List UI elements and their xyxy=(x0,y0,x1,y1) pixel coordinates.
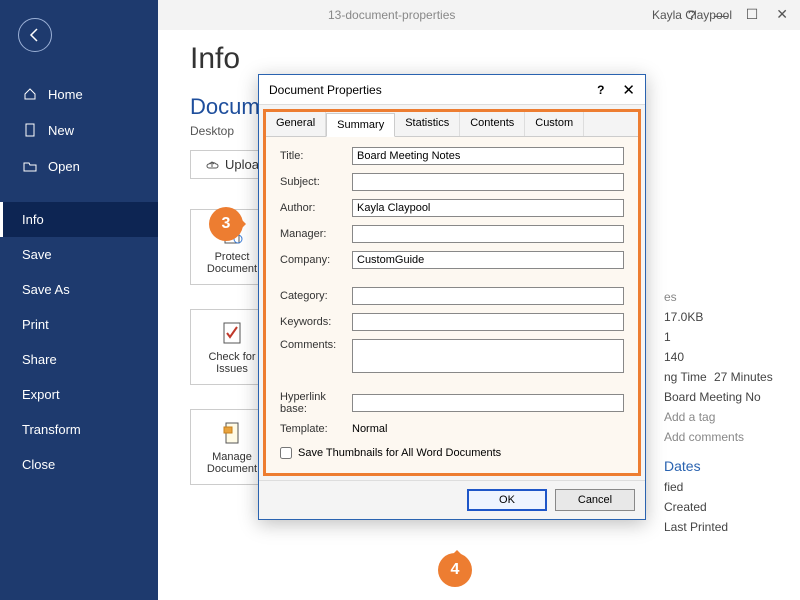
company-field[interactable] xyxy=(352,251,624,269)
keywords-field[interactable] xyxy=(352,313,624,331)
manager-label: Manager: xyxy=(280,228,352,240)
check-label: Check for Issues xyxy=(201,351,263,375)
category-field[interactable] xyxy=(352,287,624,305)
sidebar-item-label: Open xyxy=(48,159,80,174)
sidebar-item-transform[interactable]: Transform xyxy=(0,412,158,447)
sidebar-item-save-as[interactable]: Save As xyxy=(0,272,158,307)
sidebar-item-label: Info xyxy=(22,212,44,227)
prop-modified-frag: fied xyxy=(664,480,683,494)
template-value: Normal xyxy=(352,423,387,435)
sidebar-item-close[interactable]: Close xyxy=(0,447,158,482)
related-dates-header: Dates xyxy=(664,458,784,474)
category-label: Category: xyxy=(280,290,352,302)
tab-contents[interactable]: Contents xyxy=(460,112,525,136)
maximize-icon[interactable]: ☐ xyxy=(746,6,759,23)
sidebar-item-label: Save As xyxy=(22,282,70,297)
dialog-close-icon[interactable]: ✕ xyxy=(622,81,635,99)
tab-summary[interactable]: Summary xyxy=(326,113,395,137)
sidebar-item-save[interactable]: Save xyxy=(0,237,158,272)
sidebar-item-info[interactable]: Info xyxy=(0,202,158,237)
sidebar-item-print[interactable]: Print xyxy=(0,307,158,342)
document-properties-dialog: Document Properties ? ✕ General Summary … xyxy=(258,74,646,520)
prop-size-value: 17.0KB xyxy=(664,310,784,324)
page-title: Info xyxy=(190,42,768,76)
sidebar-item-label: Print xyxy=(22,317,49,332)
prop-pages-value: 1 xyxy=(664,330,784,344)
prop-time-value: 27 Minutes xyxy=(714,370,773,384)
document-title: 13-document-properties xyxy=(328,8,455,22)
company-label: Company: xyxy=(280,254,352,266)
callout-4: 4 xyxy=(438,553,472,587)
sidebar-item-label: New xyxy=(48,123,74,138)
hyperlink-field[interactable] xyxy=(352,394,624,412)
keywords-label: Keywords: xyxy=(280,316,352,328)
dialog-title-text: Document Properties xyxy=(269,83,597,97)
sidebar-item-label: Share xyxy=(22,352,57,367)
properties-panel: es 17.0KB 1 140 ng Time27 Minutes Board … xyxy=(664,290,784,540)
protect-label: Protect Document xyxy=(201,251,263,275)
sidebar-item-label: Transform xyxy=(22,422,81,437)
sidebar-item-new[interactable]: New xyxy=(0,112,158,148)
dialog-titlebar: Document Properties ? ✕ xyxy=(259,75,645,105)
inspect-icon xyxy=(218,319,246,347)
prop-time-label-frag: ng Time xyxy=(664,370,714,384)
sidebar-item-export[interactable]: Export xyxy=(0,377,158,412)
prop-comments-value[interactable]: Add comments xyxy=(664,430,784,444)
title-label: Title: xyxy=(280,150,352,162)
save-thumbnails-label: Save Thumbnails for All Word Documents xyxy=(298,447,501,459)
dialog-body: General Summary Statistics Contents Cust… xyxy=(263,109,641,476)
upload-icon xyxy=(205,158,219,172)
author-label: Author: xyxy=(280,202,352,214)
dialog-tabs: General Summary Statistics Contents Cust… xyxy=(266,112,638,137)
home-icon xyxy=(22,86,38,102)
prop-title-value: Board Meeting No xyxy=(664,390,784,404)
ok-button[interactable]: OK xyxy=(467,489,547,511)
subject-label: Subject: xyxy=(280,176,352,188)
prop-words-value: 140 xyxy=(664,350,784,364)
sidebar-item-label: Close xyxy=(22,457,55,472)
properties-dropdown-frag[interactable]: es xyxy=(664,290,784,304)
template-label: Template: xyxy=(280,423,352,435)
comments-field[interactable] xyxy=(352,339,624,373)
window-controls: ? — ☐ ✕ xyxy=(688,6,788,23)
prop-last-printed-label: Last Printed xyxy=(664,520,728,534)
back-button[interactable] xyxy=(18,18,52,52)
sidebar-item-open[interactable]: Open xyxy=(0,148,158,184)
tab-general[interactable]: General xyxy=(266,112,326,136)
cancel-button[interactable]: Cancel xyxy=(555,489,635,511)
prop-created-label: Created xyxy=(664,500,707,514)
author-field[interactable] xyxy=(352,199,624,217)
prop-tag-value[interactable]: Add a tag xyxy=(664,410,784,424)
manager-field[interactable] xyxy=(352,225,624,243)
sidebar-item-label: Save xyxy=(22,247,52,262)
sidebar-item-home[interactable]: Home xyxy=(0,76,158,112)
dialog-help-icon[interactable]: ? xyxy=(597,83,604,97)
document-icon xyxy=(218,419,246,447)
back-arrow-icon xyxy=(27,27,43,43)
save-thumbnails-checkbox[interactable] xyxy=(280,447,292,459)
hyperlink-label: Hyperlink base: xyxy=(280,391,352,415)
sidebar-item-share[interactable]: Share xyxy=(0,342,158,377)
manage-label: Manage Document xyxy=(201,451,263,475)
summary-form: Title: Subject: Author: Manager: Company… xyxy=(266,137,638,473)
minimize-icon[interactable]: — xyxy=(714,7,728,23)
dialog-buttons: OK Cancel xyxy=(259,480,645,519)
open-icon xyxy=(22,158,38,174)
sidebar-item-label: Home xyxy=(48,87,83,102)
tab-custom[interactable]: Custom xyxy=(525,112,584,136)
close-icon[interactable]: ✕ xyxy=(776,6,788,23)
callout-3: 3 xyxy=(209,207,243,241)
comments-label: Comments: xyxy=(280,339,352,351)
title-field[interactable] xyxy=(352,147,624,165)
help-icon[interactable]: ? xyxy=(688,7,696,23)
subject-field[interactable] xyxy=(352,173,624,191)
backstage-sidebar: Home New Open Info Save Save As Print Sh… xyxy=(0,0,158,600)
new-icon xyxy=(22,122,38,138)
tab-statistics[interactable]: Statistics xyxy=(395,112,460,136)
sidebar-item-label: Export xyxy=(22,387,60,402)
